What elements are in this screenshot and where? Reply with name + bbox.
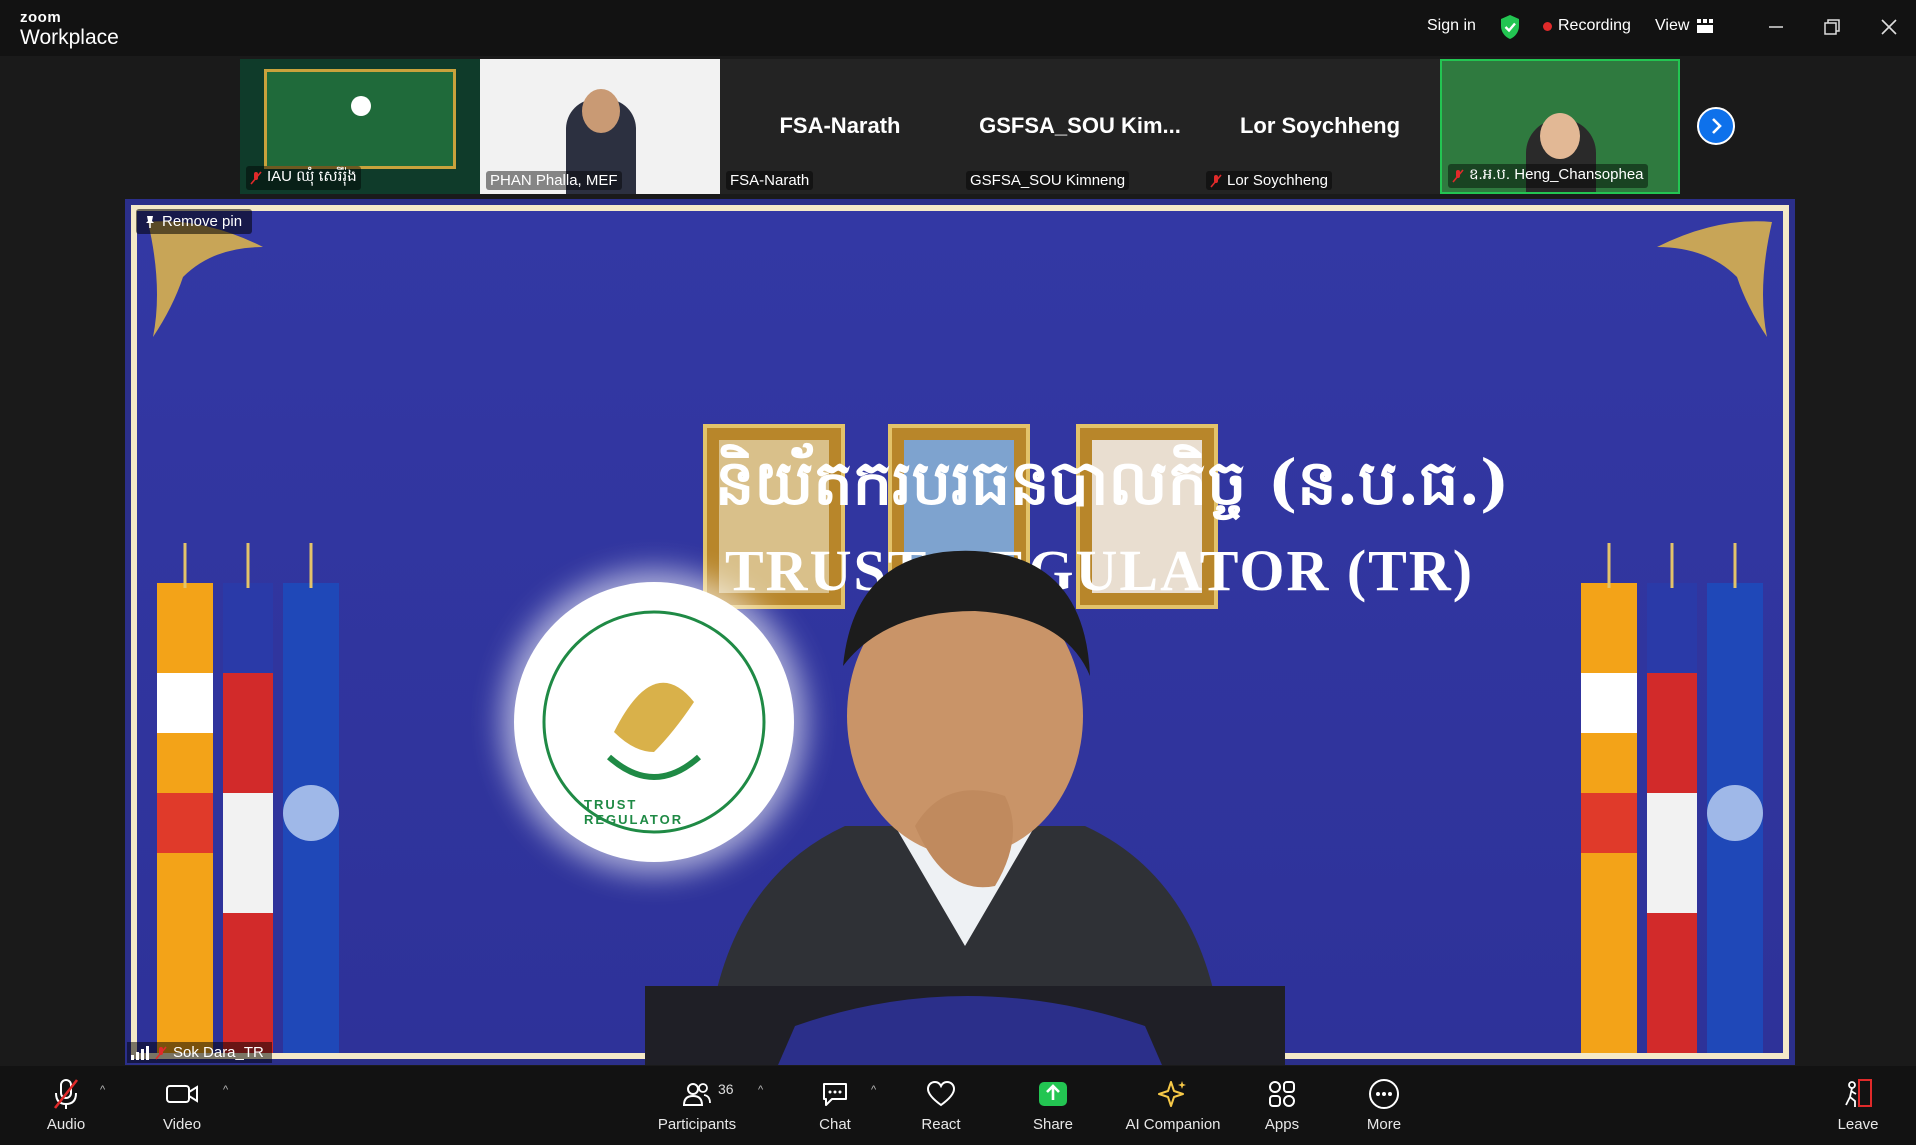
recording-dot-icon: [1543, 21, 1552, 31]
participant-display-name: FSA-Narath: [779, 113, 901, 138]
apps-button[interactable]: Apps: [1232, 1076, 1332, 1133]
participant-name-text: PHAN Phalla, MEF: [490, 172, 618, 189]
participant-name: FSA-Narath: [726, 171, 814, 190]
video-button[interactable]: Video: [132, 1076, 232, 1133]
react-label: React: [921, 1116, 961, 1133]
remove-pin-label: Remove pin: [162, 213, 243, 230]
mic-muted-icon: [155, 1045, 167, 1060]
participants-label: Participants: [657, 1116, 737, 1133]
camera-icon: [166, 1085, 198, 1103]
participant-name-text: GSFSA_SOU Kimneng: [970, 172, 1126, 189]
minimize-icon[interactable]: [1763, 14, 1789, 40]
ai-companion-button[interactable]: AI Companion: [1113, 1076, 1233, 1133]
speaker-name-text: Sok Dara_TR: [173, 1044, 264, 1061]
apps-icon: [1269, 1081, 1295, 1107]
restore-icon[interactable]: [1819, 14, 1845, 40]
remove-pin-button[interactable]: Remove pin: [136, 209, 253, 234]
more-label: More: [1366, 1116, 1402, 1133]
security-shield-icon[interactable]: [1499, 14, 1521, 45]
mic-muted-icon: [250, 171, 262, 185]
participant-tile-gsfsa-sou[interactable]: GSFSA_SOU Kim... GSFSA_SOU Kimneng: [960, 59, 1200, 194]
share-label: Share: [1032, 1116, 1074, 1133]
participant-tile-fsa-narath[interactable]: FSA-Narath FSA-Narath: [720, 59, 960, 194]
audio-label: Audio: [46, 1116, 86, 1133]
logo-brand-top: zoom: [20, 9, 62, 26]
chat-label: Chat: [819, 1116, 851, 1133]
recording-indicator[interactable]: Recording: [1543, 17, 1631, 35]
participant-name: ឧ.អ.ប. Heng_Chansophea: [1448, 164, 1648, 188]
view-button[interactable]: View: [1655, 17, 1714, 35]
chevron-right-icon: [1712, 118, 1722, 134]
chat-button[interactable]: Chat: [785, 1076, 885, 1133]
title-bar: zoom Workplace Sign in Recording View: [0, 0, 1916, 56]
ai-companion-label: AI Companion: [1125, 1116, 1221, 1133]
video-feed: [264, 69, 456, 169]
participant-tile-phan-phalla[interactable]: PHAN Phalla, MEF: [480, 59, 720, 194]
logo-brand-bottom: Workplace: [20, 26, 119, 49]
pin-icon: [146, 215, 154, 228]
corner-ornament-icon: [1657, 221, 1772, 337]
more-dots-icon: [1369, 1079, 1399, 1109]
more-button[interactable]: More: [1334, 1076, 1434, 1133]
participant-display-name: Lor Soychheng: [1239, 113, 1401, 138]
sparkle-icon: [1158, 1081, 1186, 1107]
leave-label: Leave: [1837, 1116, 1879, 1133]
next-page-button[interactable]: [1697, 107, 1735, 145]
mic-muted-icon: [1452, 169, 1464, 183]
participant-tile-heng-chansophea[interactable]: ឧ.អ.ប. Heng_Chansophea: [1440, 59, 1680, 194]
participants-options-chevron-icon[interactable]: ^: [758, 1084, 763, 1096]
share-screen-icon: [1039, 1082, 1067, 1106]
participant-name-text: FSA-Narath: [730, 172, 810, 189]
chat-icon: [823, 1083, 847, 1106]
share-button[interactable]: Share: [1003, 1076, 1103, 1133]
chat-options-chevron-icon[interactable]: ^: [871, 1084, 876, 1096]
mic-muted-icon: [1210, 173, 1222, 188]
video-label: Video: [162, 1116, 202, 1133]
participant-tile-iau[interactable]: IAU ឈុំ សេរីរ៉ុង: [240, 59, 480, 194]
zoom-logo: zoom Workplace: [20, 10, 119, 48]
participant-name: GSFSA_SOU Kimneng: [966, 171, 1130, 190]
participant-name: Lor Soychheng: [1206, 171, 1332, 190]
audio-options-chevron-icon[interactable]: ^: [100, 1084, 105, 1096]
active-speaker-label: Sok Dara_TR: [127, 1042, 272, 1063]
participants-count: 36: [718, 1081, 734, 1097]
participant-name: IAU ឈុំ សេរីរ៉ុង: [246, 166, 361, 190]
heart-icon: [926, 1080, 956, 1107]
participant-tile-lor-soychheng[interactable]: Lor Soychheng Lor Soychheng: [1200, 59, 1440, 194]
mic-muted-icon: [53, 1079, 79, 1109]
apps-label: Apps: [1264, 1116, 1300, 1133]
react-button[interactable]: React: [891, 1076, 991, 1133]
participant-display-name: GSFSA_SOU Kim...: [979, 113, 1181, 138]
leave-button[interactable]: Leave: [1808, 1076, 1908, 1133]
sign-in-link[interactable]: Sign in: [1427, 17, 1476, 35]
meeting-toolbar: Audio ^ Video ^ Participants 36 ^ Chat ^…: [0, 1066, 1916, 1145]
participant-name-text: Lor Soychheng: [1227, 172, 1328, 189]
grid-icon: [1697, 19, 1714, 33]
participant-name-text: ឧ.អ.ប. Heng_Chansophea: [1469, 166, 1644, 183]
corner-ornament-icon: [148, 221, 263, 337]
view-label: View: [1655, 17, 1690, 34]
close-icon[interactable]: [1876, 14, 1902, 40]
leave-door-icon: [1845, 1079, 1872, 1107]
flags-right: [1581, 543, 1763, 1053]
signal-strength-icon: [131, 1045, 149, 1060]
video-options-chevron-icon[interactable]: ^: [223, 1084, 228, 1096]
participant-name-text: IAU ឈុំ សេរីរ៉ុង: [267, 168, 357, 185]
participant-name: PHAN Phalla, MEF: [486, 171, 622, 190]
recording-label: Recording: [1558, 17, 1631, 34]
flags-left: [157, 543, 339, 1053]
speaker-video-figure: [645, 550, 1285, 1065]
participants-icon: [682, 1083, 711, 1106]
main-video[interactable]: TRUST REGULATOR និយ័តករបរធនបាលកិច្ច (ន.ប…: [125, 199, 1795, 1065]
